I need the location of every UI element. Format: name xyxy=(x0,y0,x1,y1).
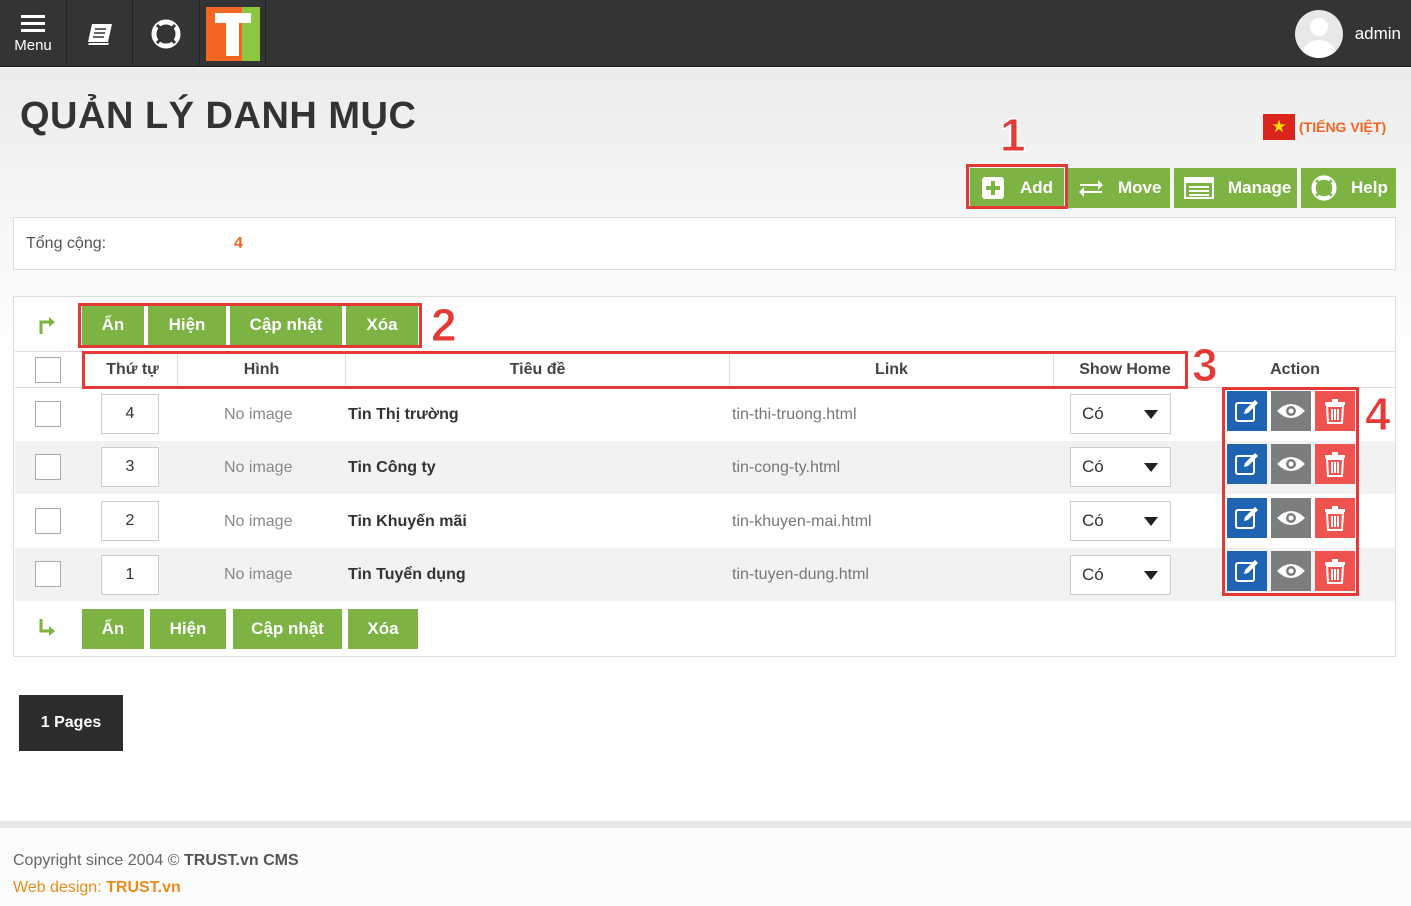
webdesign-prefix: Web design: xyxy=(13,879,102,896)
total-value: 4 xyxy=(234,235,243,252)
table-row xyxy=(15,548,1395,601)
top-bar: Menu admin xyxy=(0,0,1411,67)
caret-down-icon xyxy=(1144,517,1158,526)
language-selector[interactable]: (TIẾNG VIỆT) xyxy=(1263,114,1386,140)
show-home-select[interactable]: Có xyxy=(1070,447,1171,487)
show-home-select[interactable]: Có xyxy=(1070,394,1171,434)
image-cell: No image xyxy=(224,566,293,583)
user-menu[interactable]: admin xyxy=(1294,0,1401,67)
order-input[interactable]: 1 xyxy=(101,555,159,595)
select-all-checkbox[interactable] xyxy=(35,357,61,383)
row-checkbox[interactable] xyxy=(35,401,61,427)
trust-logo-icon xyxy=(205,6,260,61)
row-checkbox[interactable] xyxy=(35,508,61,534)
title-cell[interactable]: Tin Thị trường xyxy=(348,406,459,424)
hide-button-bottom[interactable]: Ẩn xyxy=(82,609,144,649)
menu-button[interactable]: Menu xyxy=(0,0,67,67)
webdesign-link[interactable]: TRUST.vn xyxy=(106,879,181,896)
documents-button[interactable] xyxy=(67,0,133,67)
show-label: Hiện xyxy=(169,619,207,638)
pagination-label: 1 Pages xyxy=(40,714,102,731)
manage-label: Manage xyxy=(1228,178,1292,197)
show-home-value: Có xyxy=(1082,457,1104,476)
help-label: Help xyxy=(1351,178,1388,197)
image-cell: No image xyxy=(224,459,293,476)
corner-arrow-up-right-icon xyxy=(39,317,55,334)
annotation-number-1: 1 xyxy=(1000,109,1027,162)
move-label: Move xyxy=(1118,178,1162,197)
annotation-number-3: 3 xyxy=(1192,339,1219,392)
move-button[interactable]: Move xyxy=(1068,168,1170,208)
help-button[interactable]: Help xyxy=(1301,168,1396,208)
corner-arrow-down-right-icon xyxy=(39,619,55,636)
link-cell: tin-khuyen-mai.html xyxy=(732,513,872,530)
support-button[interactable] xyxy=(133,0,200,67)
caret-down-icon xyxy=(1144,571,1158,580)
annotation-box-1 xyxy=(966,164,1068,209)
title-cell[interactable]: Tin Công ty xyxy=(348,459,436,477)
title-cell[interactable]: Tin Khuyến mãi xyxy=(348,513,467,531)
manage-button[interactable]: Manage xyxy=(1174,168,1297,208)
copyright-brand: TRUST.vn CMS xyxy=(184,852,299,869)
webdesign-text: Web design: TRUST.vn xyxy=(13,879,181,897)
order-input[interactable]: 4 xyxy=(101,394,159,434)
hide-label: Ẩn xyxy=(101,619,125,638)
swap-arrows-icon xyxy=(1078,175,1104,201)
delete-button-bottom[interactable]: Xóa xyxy=(348,609,418,649)
pagination-button[interactable]: 1 Pages xyxy=(19,695,123,751)
lifebuoy-icon xyxy=(1311,175,1337,201)
annotation-box-3 xyxy=(82,351,1188,389)
page-title: QUẢN LÝ DANH MỤC xyxy=(20,95,417,137)
show-home-select[interactable]: Có xyxy=(1070,555,1171,595)
update-button-bottom[interactable]: Cập nhật xyxy=(233,609,342,649)
caret-down-icon xyxy=(1144,463,1158,472)
order-input[interactable]: 3 xyxy=(101,447,159,487)
table-row xyxy=(15,495,1395,548)
user-name: admin xyxy=(1354,23,1401,43)
copyright-text: Copyright since 2004 © TRUST.vn CMS xyxy=(13,852,299,870)
show-home-value: Có xyxy=(1082,404,1104,423)
hamburger-icon xyxy=(21,15,45,32)
show-home-value: Có xyxy=(1082,565,1104,584)
language-label: (TIẾNG VIỆT) xyxy=(1299,119,1387,135)
list-panel-icon xyxy=(1184,175,1214,201)
brand-logo[interactable] xyxy=(200,0,266,67)
image-cell: No image xyxy=(224,406,293,423)
annotation-box-4 xyxy=(1222,387,1359,596)
avatar xyxy=(1294,9,1343,58)
lifebuoy-icon xyxy=(151,19,181,48)
table-row xyxy=(15,441,1395,494)
image-cell: No image xyxy=(224,513,293,530)
book-icon xyxy=(87,23,112,45)
summary-box: Tổng cộng: 4 xyxy=(13,217,1396,270)
column-header-action: Action xyxy=(1270,360,1320,378)
show-home-select[interactable]: Có xyxy=(1070,501,1171,541)
update-label: Cập nhật xyxy=(251,619,324,638)
link-cell: tin-thi-truong.html xyxy=(732,406,857,423)
row-checkbox[interactable] xyxy=(35,454,61,480)
vietnam-flag-icon xyxy=(1263,114,1295,140)
annotation-box-2 xyxy=(78,303,422,348)
copyright-prefix: Copyright since 2004 © xyxy=(13,852,180,869)
delete-label: Xóa xyxy=(367,619,399,638)
menu-label: Menu xyxy=(14,37,52,54)
show-button-bottom[interactable]: Hiện xyxy=(150,609,226,649)
row-checkbox[interactable] xyxy=(35,561,61,587)
total-label: Tổng cộng: xyxy=(26,235,107,252)
show-home-value: Có xyxy=(1082,511,1104,530)
link-cell: tin-cong-ty.html xyxy=(732,459,841,476)
order-input[interactable]: 2 xyxy=(101,501,159,541)
annotation-number-4: 4 xyxy=(1365,388,1392,441)
caret-down-icon xyxy=(1144,410,1158,419)
title-cell[interactable]: Tin Tuyển dụng xyxy=(348,566,466,584)
table-row xyxy=(15,388,1395,441)
annotation-number-2: 2 xyxy=(431,299,458,352)
footer-divider xyxy=(0,821,1411,828)
link-cell: tin-tuyen-dung.html xyxy=(732,566,869,583)
